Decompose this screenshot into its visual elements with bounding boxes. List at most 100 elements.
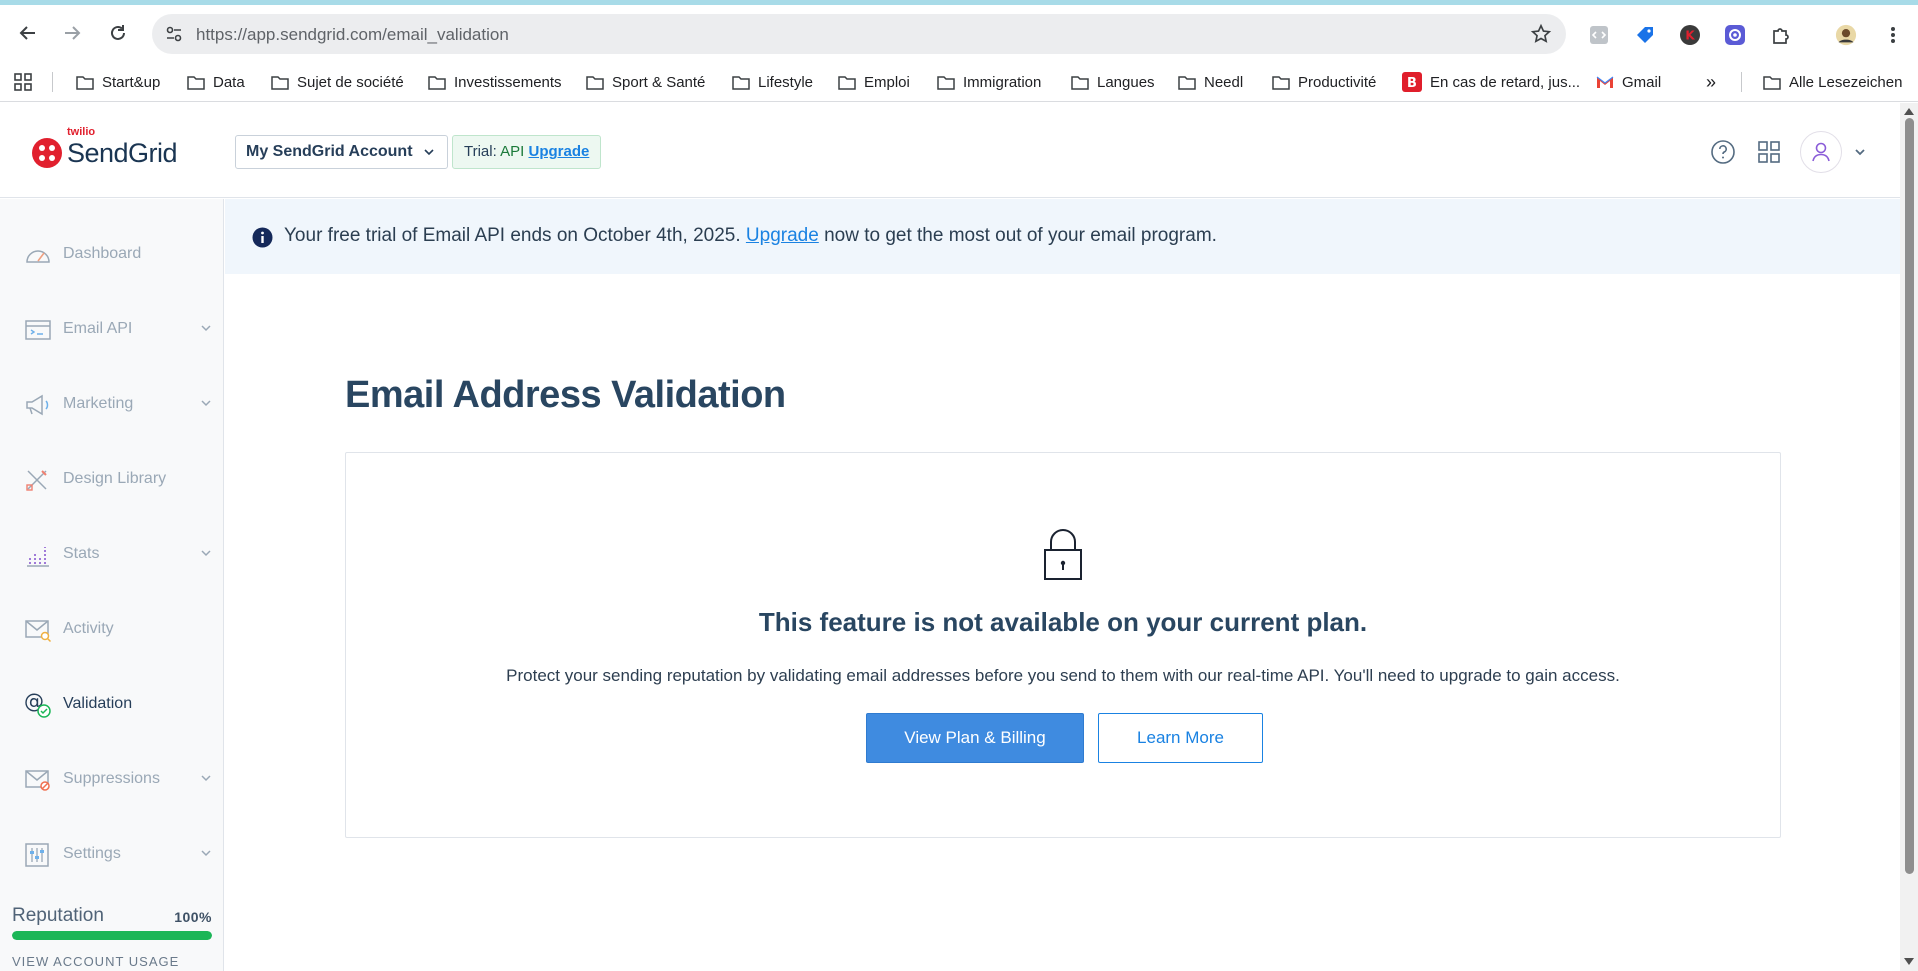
sidebar-item-suppressions[interactable]: Suppressions (0, 759, 224, 799)
bookmark-label: Alle Lesezeichen (1789, 73, 1903, 91)
folder-icon (1178, 75, 1196, 90)
sidebar-item-activity[interactable]: Activity (0, 609, 224, 649)
k-extension-icon[interactable]: K (1679, 24, 1701, 46)
reputation-widget: Reputation 100% VIEW ACCOUNT USAGE (12, 905, 212, 969)
sidebar-item-label: Suppressions (63, 770, 160, 787)
folder-icon (428, 75, 446, 90)
trial-prefix: Trial: (464, 143, 497, 160)
lock-icon (1044, 529, 1082, 580)
view-plan-billing-button[interactable]: View Plan & Billing (866, 713, 1084, 763)
scroll-thumb[interactable] (1905, 118, 1914, 874)
sidebar-item-dashboard[interactable]: Dashboard (0, 234, 224, 274)
bookmark-folder[interactable]: Investissements (428, 72, 562, 92)
all-bookmarks-folder[interactable]: Alle Lesezeichen (1763, 72, 1902, 92)
bookmark-folder[interactable]: Data (187, 72, 245, 92)
scroll-up-arrow-icon[interactable] (1904, 108, 1914, 115)
twilio-logo-icon (32, 138, 62, 168)
bookmark-star-icon[interactable] (1530, 23, 1552, 45)
sidebar: Dashboard Email API Marketing Design Lib… (0, 199, 224, 971)
folder-icon (1763, 75, 1781, 90)
bookmark-folder[interactable]: Productivité (1272, 72, 1376, 92)
reload-icon[interactable] (104, 19, 132, 47)
bookmark-label: En cas de retard, jus... (1430, 73, 1581, 91)
tag-extension-icon[interactable] (1634, 24, 1656, 46)
bookmark-folder[interactable]: Needl (1178, 72, 1243, 92)
trial-upgrade-link[interactable]: Upgrade (528, 143, 589, 160)
bookmark-folder[interactable]: Start&up (76, 72, 160, 92)
bookmark-link[interactable]: B En cas de retard, jus... (1402, 72, 1580, 92)
sidebar-item-label: Marketing (63, 395, 134, 412)
bookmark-label: Sujet de société (297, 73, 404, 91)
chevron-down-icon (201, 550, 211, 557)
learn-more-button[interactable]: Learn More (1098, 713, 1263, 763)
sidebar-item-email-api[interactable]: Email API (0, 309, 224, 349)
bookmark-folder[interactable]: Emploi (838, 72, 910, 92)
sendgrid-logo[interactable]: twilio SendGrid (32, 126, 178, 173)
profile-avatar-icon[interactable] (1835, 24, 1857, 46)
bookmarks-overflow-button[interactable]: » (1706, 72, 1716, 92)
folder-icon (187, 75, 205, 90)
bookmark-folder[interactable]: Sport & Santé (586, 72, 705, 92)
account-switcher[interactable]: My SendGrid Account (235, 135, 448, 169)
site-settings-icon[interactable] (164, 24, 184, 44)
sidebar-item-settings[interactable]: Settings (0, 834, 224, 874)
bookmark-link[interactable]: Gmail (1596, 72, 1661, 92)
sidebar-item-marketing[interactable]: Marketing (0, 384, 224, 424)
sidebar-item-validation[interactable]: @ Validation (0, 684, 224, 724)
bookmark-label: Immigration (963, 73, 1042, 91)
gmail-icon (1596, 76, 1614, 88)
banner-upgrade-link[interactable]: Upgrade (746, 225, 819, 246)
forward-icon[interactable] (58, 19, 86, 47)
bookmark-label: Emploi (864, 73, 910, 91)
bookmark-folder[interactable]: Lifestyle (732, 72, 813, 92)
banner-text-after: now to get the most out of your email pr… (824, 225, 1217, 246)
stats-chart-icon (27, 547, 49, 567)
trial-plan: API (500, 143, 525, 160)
address-bar[interactable]: https://app.sendgrid.com/email_validatio… (152, 14, 1566, 54)
back-icon[interactable] (14, 19, 42, 47)
dashboard-gauge-icon (26, 250, 50, 263)
page-title: Email Address Validation (345, 374, 786, 416)
help-icon[interactable] (1708, 137, 1738, 167)
extensions-puzzle-icon[interactable] (1770, 24, 1792, 46)
bookmark-label: Productivité (1298, 73, 1377, 91)
browser-toolbar: https://app.sendgrid.com/email_validatio… (0, 5, 1918, 62)
bookmark-folder[interactable]: Sujet de société (271, 72, 404, 92)
sidebar-item-label: Settings (63, 845, 121, 862)
bookmark-label: Start&up (102, 73, 161, 91)
user-icon (1812, 142, 1830, 162)
folder-icon (838, 75, 856, 90)
browser-menu-icon[interactable] (1882, 24, 1904, 46)
folder-icon (732, 75, 750, 90)
view-account-usage-link[interactable]: VIEW ACCOUNT USAGE (12, 954, 212, 969)
user-menu-chevron-icon[interactable] (1845, 137, 1875, 167)
card-description: Protect your sending reputation by valid… (506, 666, 1620, 685)
bookmark-label: Investissements (454, 73, 562, 91)
gear-extension-icon[interactable] (1724, 24, 1746, 46)
apps-grid-icon[interactable] (14, 72, 40, 92)
bookmark-folder[interactable]: Langues (1071, 72, 1155, 92)
scroll-down-arrow-icon[interactable] (1904, 958, 1914, 965)
upgrade-card: This feature is not available on your cu… (345, 452, 1781, 838)
app-switcher-grid-icon[interactable] (1754, 137, 1784, 167)
user-avatar[interactable] (1800, 131, 1842, 173)
sidebar-item-label: Activity (63, 620, 114, 637)
sidebar-item-label: Design Library (63, 470, 167, 487)
card-heading: This feature is not available on your cu… (758, 607, 1368, 637)
logo-twilio-text: twilio (67, 125, 96, 138)
code-extension-icon[interactable] (1588, 24, 1610, 46)
sidebar-item-design-library[interactable]: Design Library (0, 459, 224, 499)
activity-mail-search-icon (25, 620, 52, 643)
bookmark-label: Lifestyle (758, 73, 814, 91)
account-name: My SendGrid Account (246, 143, 413, 160)
sidebar-item-stats[interactable]: Stats (0, 534, 224, 574)
trial-banner: Your free trial of Email API ends on Oct… (225, 199, 1900, 274)
reputation-value: 100% (174, 909, 212, 925)
bookmark-label: Gmail (1622, 73, 1662, 91)
suppressions-mail-block-icon (25, 770, 50, 791)
megaphone-icon (26, 394, 49, 416)
url-text[interactable]: https://app.sendgrid.com/email_validatio… (196, 25, 509, 45)
page-scrollbar[interactable] (1900, 103, 1918, 971)
email-api-icon (25, 320, 51, 340)
bookmark-folder[interactable]: Immigration (937, 72, 1041, 92)
